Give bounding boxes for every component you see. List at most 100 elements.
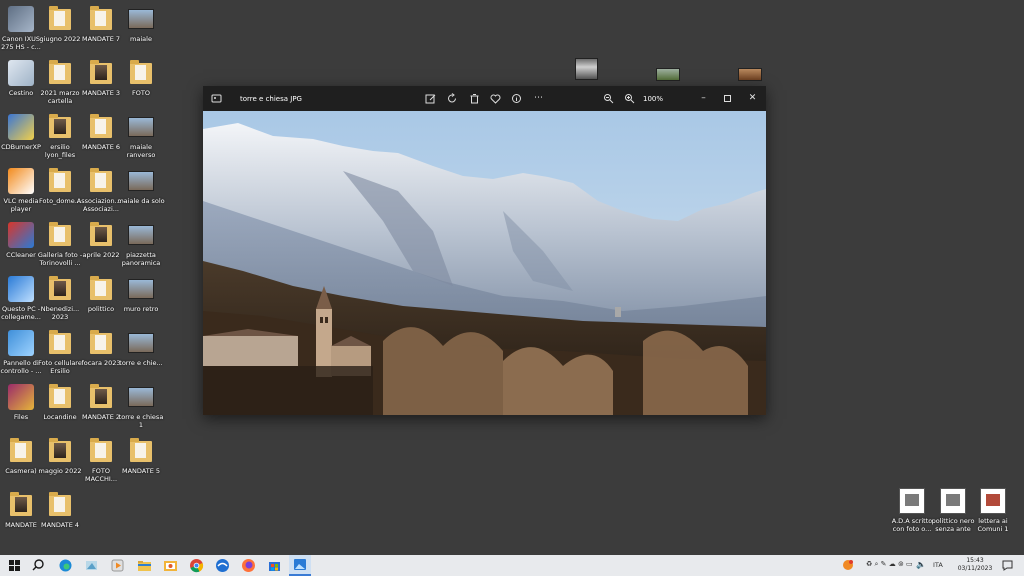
desktop-icon-label: FOTO [132,89,150,97]
desktop-icon-label: maiale [130,35,152,43]
photos-app-icon [210,92,223,105]
desktop-icon-label: muro retro [123,305,159,313]
folder-icon [47,492,73,518]
desktop-thumbnail[interactable] [656,68,680,81]
desktop-icon[interactable]: maiale ranverso [116,114,166,159]
desktop-icon-label: maiale da solo [117,197,165,205]
notifications-icon[interactable] [1000,558,1015,573]
firefox-icon[interactable] [241,558,256,573]
desktop-icon[interactable]: muro retro [116,276,166,313]
photo-viewer-window[interactable]: torre e chiesa JPG ⋯ 100% – ✕ [203,86,766,415]
close-icon[interactable]: ✕ [746,92,759,105]
winrar-icon [8,384,34,410]
recycle-bin-icon [8,60,34,86]
desktop-icon-label: torre e chiesa 1 [118,413,164,429]
folder-icon [47,60,73,86]
zoom-out-icon[interactable] [602,92,615,105]
search-icon[interactable] [31,558,46,573]
camera-app-icon [8,6,34,32]
folder-icon [8,438,34,464]
vlc-icon [8,168,34,194]
folder-icon [88,438,114,464]
photo-icon [128,330,154,356]
document-icon [940,488,966,514]
start-icon[interactable] [7,558,22,573]
chrome-icon[interactable] [189,558,204,573]
folder-icon [88,168,114,194]
desktop-thumbnail[interactable] [575,58,598,80]
desktop-file[interactable]: lettera ai Comuni 1 [968,488,1018,533]
folder-icon [47,384,73,410]
desktop-icon[interactable]: maiale [116,6,166,43]
language-indicator[interactable]: ITA [933,561,943,569]
desktop-icon-label: MANDATE 5 [121,467,161,475]
media-player-icon[interactable] [110,558,125,573]
folder-icon [88,6,114,32]
maximize-icon[interactable] [721,92,734,105]
antivirus-icon[interactable] [841,558,856,573]
photo-icon [128,168,154,194]
edit-icon[interactable] [424,92,437,105]
folder-icon [88,276,114,302]
folder-icon [47,114,73,140]
clock-time: 15:43 [966,557,984,564]
clock[interactable]: 15:43 03/11/2023 [955,557,995,573]
folder-icon [47,168,73,194]
viewer-title: torre e chiesa JPG [240,95,302,103]
delete-icon[interactable] [468,92,481,105]
rotate-icon[interactable] [446,92,459,105]
desktop-icon[interactable]: FOTO [116,60,166,97]
photo-mountain-church-tower [203,111,766,415]
desktop-icon[interactable]: torre e chiesa 1 [116,384,166,429]
folder-icon [88,330,114,356]
folder-icon [47,6,73,32]
folder-icon [47,222,73,248]
desktop-icon-label: MANDATE 4 [40,521,80,529]
cdburner-icon [8,114,34,140]
tray-icons[interactable]: ♻ ⌕ ✎ ☁ ⊚ ▭ [866,560,913,569]
desktop-icon[interactable]: torre e chie... [116,330,166,367]
folder-icon [88,222,114,248]
file-explorer-icon[interactable] [137,558,152,573]
info-icon[interactable] [510,92,523,105]
photo-icon [128,114,154,140]
folder-icon [88,384,114,410]
ccleaner-icon [8,222,34,248]
zoom-level[interactable]: 100% [643,95,663,103]
app-icon[interactable] [84,558,99,573]
favorite-icon[interactable] [489,92,502,105]
desktop-icon-label: piazzetta panoramica [121,251,161,267]
photos-active-icon[interactable] [289,555,311,576]
edge-icon[interactable] [58,558,73,573]
folder-icon [88,114,114,140]
folder-icon [128,438,154,464]
folder-icon [47,438,73,464]
desktop-thumbnail[interactable] [738,68,762,81]
viewer-titlebar[interactable]: torre e chiesa JPG ⋯ 100% – ✕ [203,86,766,111]
desktop-icon-label: torre e chie... [119,359,163,367]
folder-icon [8,492,34,518]
folder-icon [47,330,73,356]
photos-taskbar-icon[interactable] [163,558,178,573]
minimize-icon[interactable]: – [697,92,710,105]
desktop-icon[interactable]: MANDATE 4 [35,492,85,529]
photo-icon [128,384,154,410]
photo-icon [128,276,154,302]
taskbar: ♻ ⌕ ✎ ☁ ⊚ ▭ 🔈 ITA 15:43 03/11/2023 [0,555,1024,576]
desktop-icon[interactable]: MANDATE 5 [116,438,166,475]
browser-icon[interactable] [215,558,230,573]
clock-date: 03/11/2023 [957,565,993,572]
store-icon[interactable] [267,558,282,573]
desktop-icon[interactable]: maiale da solo [116,168,166,205]
volume-icon[interactable]: 🔈 [916,560,926,569]
photo-icon [128,6,154,32]
desktop-icon[interactable]: piazzetta panoramica [116,222,166,267]
desktop-file-label: lettera ai Comuni 1 [977,517,1009,533]
folder-icon [47,276,73,302]
folder-icon [88,60,114,86]
more-icon[interactable]: ⋯ [532,92,545,105]
zoom-in-icon[interactable] [623,92,636,105]
control-panel-icon [8,330,34,356]
document-icon [899,488,925,514]
computer-icon [8,276,34,302]
